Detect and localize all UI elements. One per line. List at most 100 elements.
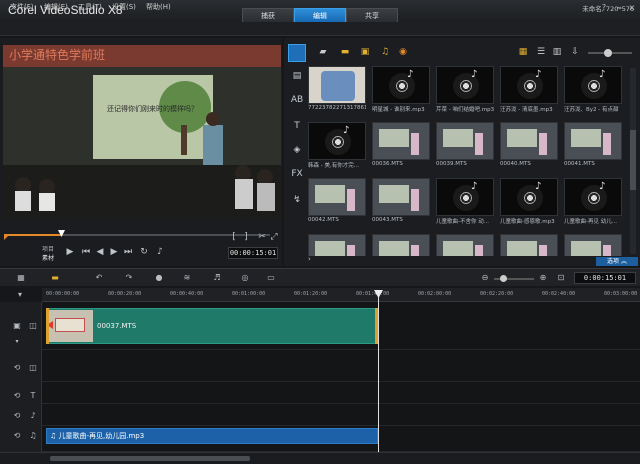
mark-in-button[interactable]: [ [228,232,240,242]
track-manager-icon[interactable]: ▾ [18,290,22,299]
library-item-audio[interactable]: ♪ 明星城 - 谁别来.mp3 [372,66,430,113]
zoom-out-icon[interactable]: ⊖ [478,272,492,284]
split-icon[interactable]: ✂ [256,232,268,242]
menu-file[interactable]: 文件(F) [10,2,34,12]
repeat-icon[interactable]: ↻ [138,247,150,257]
timeline-scrollbar[interactable] [0,452,640,464]
skip-start-icon[interactable]: ⏮ [80,247,92,257]
library-item-video[interactable]: 00041.MTS [564,122,622,168]
video-clip[interactable]: 00037.MTS [46,308,378,344]
menu-settings[interactable]: 设置(S) [112,2,136,12]
mode-clip[interactable]: 素材 [42,253,54,262]
options-button[interactable]: 选项 ︽ [596,257,638,266]
timeline-view-icon[interactable]: ▬ [48,272,62,284]
title-track-row[interactable] [42,382,640,404]
volume-icon[interactable]: ♪ [154,247,166,257]
library-item-video[interactable]: 00042.MTS [308,178,366,224]
play-icon[interactable]: ▶ [64,247,76,257]
thumbnail-size-knob[interactable] [604,49,612,57]
title-track-link-icon[interactable]: ⟲ [10,390,24,402]
skip-end-icon[interactable]: ⏭ [122,247,134,257]
menu-help[interactable]: 帮助(H) [146,2,171,12]
library-item-audio[interactable]: ♪ 汪苏泷、By2 - 有点甜 [564,66,622,113]
timeline-timecode[interactable]: 0:00:15:01 [574,272,636,284]
zoom-in-icon[interactable]: ⊕ [536,272,550,284]
expand-arrow-icon[interactable]: › [308,255,318,265]
library-item-audio[interactable]: ♪ 韩森 - 美,有你才完... [308,122,366,169]
library-item-caption: 00041.MTS [564,161,595,167]
video-track-icon[interactable]: ▣ [10,320,24,332]
clip-trim-left[interactable] [46,308,49,344]
music-track-link-icon[interactable]: ⟲ [10,430,24,442]
enlarge-icon[interactable]: ⤢ [268,232,280,242]
sort-icon[interactable]: ⇩ [566,44,584,60]
zoom-knob[interactable] [500,275,507,282]
thumbnail-view-icon[interactable]: ▦ [514,44,532,60]
graphic-icon[interactable]: ◈ [288,142,306,158]
banner-text: 小学通特色学前班 [9,47,105,62]
mark-out-button[interactable]: ] [240,232,252,242]
details-view-icon[interactable]: ▥ [548,44,566,60]
overlay-track-icon[interactable]: ◫ [26,362,40,374]
filter-fx-icon[interactable]: FX [288,166,306,182]
mode-project[interactable]: 项目 [42,244,54,253]
overlay-track-link-icon[interactable]: ⟲ [10,362,24,374]
undo-icon[interactable]: ↶ [92,272,106,284]
fit-project-icon[interactable]: ⊡ [554,272,568,284]
menu-tools[interactable]: 工具(T) [78,2,102,12]
audio-clip[interactable]: ♫ 儿童歌曲-再见,幼儿园.mp3 [46,428,378,444]
library-item-video[interactable]: 00043.MTS [372,178,430,224]
voice-track-icon[interactable]: ♪ [26,410,40,422]
transition-icon[interactable]: AB [288,92,306,108]
library-item-audio[interactable]: ♪ 儿童歌曲-再见 幼儿... [564,178,622,225]
show-photo-icon[interactable]: ▣ [356,44,374,60]
library-item-video[interactable]: 00036.MTS [372,122,430,168]
prev-frame-icon[interactable]: ◀ [94,247,106,257]
video-track-toggle[interactable]: ◫ [26,320,40,332]
library-item-video[interactable]: 00039.MTS [436,122,494,168]
preview-window[interactable]: 小学通特色学前班 还记得你们刚来时的模样吗？ [3,45,281,219]
sound-mixer-icon[interactable]: ≋ [180,272,194,284]
motion-tracking-icon[interactable]: ◎ [238,272,252,284]
player-timecode[interactable]: 00:00:15:01 [228,247,278,259]
library-item-audio[interactable]: ♪ 儿童歌曲-感恩歌.mp3 [500,178,558,225]
voice-track-link-icon[interactable]: ⟲ [10,410,24,422]
voice-track-row[interactable] [42,404,640,426]
storyboard-view-icon[interactable]: ▦ [14,272,28,284]
next-frame-icon[interactable]: ▶ [108,247,120,257]
record-capture-icon[interactable]: ● [152,272,166,284]
redo-icon[interactable]: ↷ [122,272,136,284]
media-category-button[interactable] [288,44,306,62]
library-item-video[interactable] [500,234,558,256]
title-icon[interactable]: T [288,118,306,134]
library-item-video[interactable] [308,234,366,256]
path-icon[interactable]: ↯ [288,192,306,208]
library-item-video[interactable] [436,234,494,256]
library-item-video[interactable] [372,234,430,256]
auto-music-icon[interactable]: ♬ [210,272,224,284]
library-item-audio[interactable]: ♪ 儿童歌曲-不舍你 动... [436,178,494,225]
tab-edit[interactable]: 编辑 [294,8,346,22]
timeline-scroll-thumb[interactable] [50,456,250,461]
overlay-track-row[interactable] [42,350,640,382]
folder-icon[interactable]: ▰ [314,44,332,60]
music-track-icon[interactable]: ♫ [26,430,40,442]
playhead[interactable] [378,290,379,452]
library-item-video[interactable]: 00040.MTS [500,122,558,168]
library-scroll-thumb[interactable] [630,130,636,190]
menu-edit[interactable]: 编辑(E) [44,2,68,12]
instant-project-icon[interactable]: ▤ [288,68,306,84]
library-item-video[interactable] [564,234,622,256]
timeline-ruler[interactable]: 00:00:00:00 00:00:20:00 00:00:40:00 00:01:0… [42,288,640,302]
expand-track-icon[interactable]: ▾ [10,336,24,348]
browse-icon[interactable]: ◉ [394,44,412,60]
show-video-icon[interactable]: ▬ [336,44,354,60]
library-item-photo[interactable]: 772237822713178614... [308,66,366,112]
title-track-icon[interactable]: T [26,390,40,402]
tab-capture[interactable]: 捕获 [242,8,294,22]
show-audio-icon[interactable]: ♫ [376,44,394,60]
tab-share[interactable]: 共享 [346,8,398,22]
subtitle-editor-icon[interactable]: ▭ [264,272,278,284]
library-item-audio[interactable]: ♪ 芹菜 - 咱们结婚吧.mp3 [436,66,494,113]
library-item-audio[interactable]: ♪ 汪苏泷 - 清底墨.mp3 [500,66,558,113]
